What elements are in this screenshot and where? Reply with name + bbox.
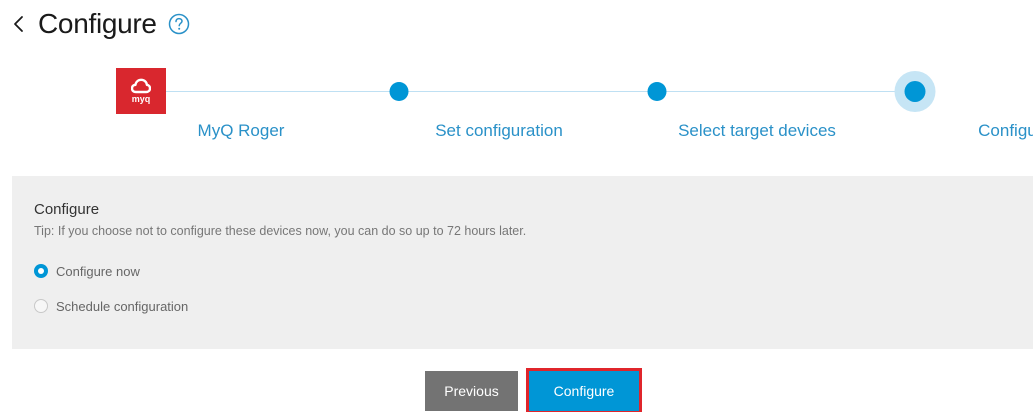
page-header: Configure	[10, 6, 190, 42]
step-dot	[389, 82, 409, 101]
step-dot-current-core	[904, 81, 926, 102]
action-buttons: Previous Configure	[425, 368, 642, 412]
step-label: MyQ Roger	[197, 121, 285, 140]
cloud-icon	[131, 78, 151, 94]
chevron-left-icon[interactable]	[10, 12, 28, 36]
step-label: Configure	[978, 121, 1033, 140]
tip-text: Tip: If you choose not to configure thes…	[34, 224, 527, 238]
myq-logo-text: myq	[131, 94, 151, 104]
page-title: Configure	[38, 8, 157, 39]
question-circle-icon[interactable]	[168, 13, 190, 35]
configure-panel: Configure Tip: If you choose not to conf…	[12, 176, 1033, 349]
radio-checked-icon[interactable]	[34, 264, 48, 278]
radio-label: Configure now	[56, 263, 140, 279]
step-label: Set configuration	[435, 121, 563, 140]
step-dot-current	[894, 71, 936, 112]
radio-configure-now[interactable]: Configure now	[34, 262, 140, 280]
step-dot	[647, 82, 667, 101]
radio-unchecked-icon[interactable]	[34, 299, 48, 313]
myq-logo: myq	[116, 68, 166, 114]
radio-label: Schedule configuration	[56, 298, 189, 314]
progress-stepper: myq MyQ Roger Set configuration Select t…	[0, 68, 1033, 148]
previous-button[interactable]: Previous	[425, 371, 518, 411]
radio-schedule-configuration[interactable]: Schedule configuration	[34, 297, 188, 315]
step-label: Select target devices	[678, 121, 836, 140]
configure-button[interactable]: Configure	[526, 368, 642, 412]
section-title: Configure	[34, 201, 100, 218]
configure-page: Configure myq MyQ Roger Set configuratio…	[0, 0, 1033, 412]
stepper-track	[152, 91, 916, 92]
